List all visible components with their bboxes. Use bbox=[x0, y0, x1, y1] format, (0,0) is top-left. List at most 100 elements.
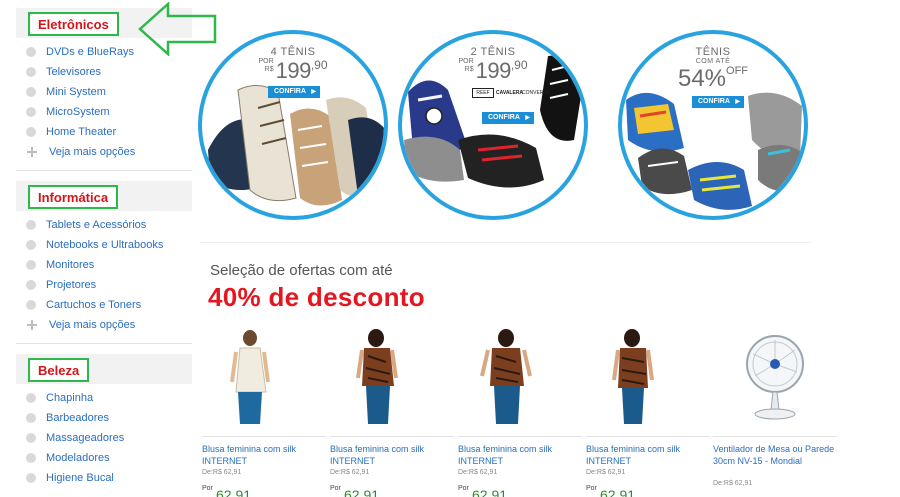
category-item[interactable]: MicroSystem bbox=[16, 102, 192, 122]
category-list: DVDs e BlueRays Televisores Mini System … bbox=[16, 42, 192, 162]
see-more-label[interactable]: Veja mais opções bbox=[49, 146, 135, 158]
product-name[interactable]: Blusa feminina com silk INTERNET bbox=[330, 443, 454, 467]
card-rule bbox=[330, 436, 454, 437]
category-header-informatica: Informática bbox=[16, 181, 192, 211]
promo-por: POR R$ bbox=[458, 58, 473, 74]
product-por-label: Por bbox=[202, 485, 213, 492]
blouse-print-image bbox=[356, 329, 398, 424]
confira-button[interactable]: CONFIRA bbox=[482, 112, 534, 124]
promo-cents: ,90 bbox=[510, 58, 528, 72]
bullet-icon bbox=[26, 473, 36, 483]
promo-banner-tenis-54-off[interactable]: TÊNIS COM ATÉ 54%OFF CONFIRA bbox=[618, 30, 808, 220]
product-por-label: Por bbox=[586, 485, 597, 492]
bullet-icon bbox=[26, 87, 36, 97]
confira-button[interactable]: CONFIRA bbox=[268, 86, 320, 98]
category-item[interactable]: Projetores bbox=[16, 275, 192, 295]
product-price: 62,91 bbox=[344, 487, 380, 497]
product-old-price: De:R$ 62,91 bbox=[586, 469, 626, 476]
category-item-label[interactable]: Televisores bbox=[46, 66, 101, 78]
product-card[interactable]: Blusa feminina com silk INTERNET De:R$ 6… bbox=[330, 326, 454, 497]
product-card[interactable]: Ventilador de Mesa ou Parede 30cm NV-15 … bbox=[713, 326, 837, 487]
category-item-label[interactable]: Notebooks e Ultrabooks bbox=[46, 239, 163, 251]
product-old-price: De:R$ 62,91 bbox=[713, 480, 753, 487]
category-item[interactable]: Televisores bbox=[16, 62, 192, 82]
category-item[interactable]: Massageadores bbox=[16, 428, 192, 448]
blouse-back-image bbox=[612, 329, 654, 424]
brand-logos: REEF CAVALERA CONVERSE bbox=[472, 88, 550, 102]
confira-button[interactable]: CONFIRA bbox=[692, 96, 744, 108]
category-item-label[interactable]: Monitores bbox=[46, 259, 94, 271]
promo-cents: ,90 bbox=[310, 58, 328, 72]
promo-banner-2-tenis[interactable]: 2 TÊNIS POR R$199,90 REEF CAVALERA CONVER… bbox=[398, 30, 588, 220]
category-item[interactable]: Tablets e Acessórios bbox=[16, 215, 192, 235]
category-title[interactable]: Eletrônicos bbox=[28, 12, 119, 36]
category-item-label[interactable]: Higiene Bucal bbox=[46, 472, 114, 484]
see-more-link[interactable]: Veja mais opções bbox=[16, 315, 192, 335]
promo-text: 4 TÊNIS POR R$199,90 bbox=[202, 46, 384, 84]
category-item[interactable]: Mini System bbox=[16, 82, 192, 102]
category-item-label[interactable]: Modeladores bbox=[46, 452, 110, 464]
category-item[interactable]: Monitores bbox=[16, 255, 192, 275]
see-more-label[interactable]: Veja mais opções bbox=[49, 319, 135, 331]
category-item-label[interactable]: Mini System bbox=[46, 86, 106, 98]
category-item-label[interactable]: Home Theater bbox=[46, 126, 116, 138]
bullet-icon bbox=[26, 260, 36, 270]
category-item-label[interactable]: Chapinha bbox=[46, 392, 93, 404]
category-item[interactable]: Chapinha bbox=[16, 388, 192, 408]
page: Eletrônicos DVDs e BlueRays Televisores … bbox=[0, 0, 900, 497]
product-old-price: De:R$ 62,91 bbox=[458, 469, 498, 476]
product-card[interactable]: Blusa feminina com silk INTERNET De:R$ 6… bbox=[458, 326, 582, 497]
brand-logo: CAVALERA bbox=[496, 90, 524, 96]
promo-off: OFF bbox=[726, 65, 749, 77]
promo-por: POR R$ bbox=[258, 58, 273, 74]
brand-logo: REEF bbox=[472, 88, 494, 98]
category-item[interactable]: Modeladores bbox=[16, 448, 192, 468]
bullet-icon bbox=[26, 47, 36, 57]
bullet-icon bbox=[26, 413, 36, 423]
bullet-icon bbox=[26, 280, 36, 290]
bullet-icon bbox=[26, 67, 36, 77]
promo-banner-4-tenis[interactable]: 4 TÊNIS POR R$199,90 CONFIRA bbox=[198, 30, 388, 220]
category-item-label[interactable]: Massageadores bbox=[46, 432, 124, 444]
product-card[interactable]: Blusa feminina com silk INTERNET De:R$ 6… bbox=[586, 326, 710, 497]
category-item[interactable]: Home Theater bbox=[16, 122, 192, 142]
product-price: 62,91 bbox=[600, 487, 636, 497]
product-price: 62,91 bbox=[216, 487, 252, 497]
category-item-label[interactable]: Tablets e Acessórios bbox=[46, 219, 146, 231]
promo-line-2: COM ATÉ bbox=[695, 58, 731, 65]
category-item-label[interactable]: Projetores bbox=[46, 279, 96, 291]
category-item[interactable]: Cartuchos e Toners bbox=[16, 295, 192, 315]
promo-price: 199 bbox=[275, 58, 312, 83]
product-name[interactable]: Blusa feminina com silk INTERNET bbox=[458, 443, 582, 467]
bullet-icon bbox=[26, 220, 36, 230]
category-title[interactable]: Beleza bbox=[28, 358, 90, 382]
product-old-price: De:R$ 62,91 bbox=[330, 469, 370, 476]
category-title[interactable]: Informática bbox=[28, 185, 119, 209]
category-item-label[interactable]: Barbeadores bbox=[46, 412, 109, 424]
product-name[interactable]: Blusa feminina com silk INTERNET bbox=[202, 443, 326, 467]
card-rule bbox=[586, 436, 710, 437]
fan-image bbox=[746, 335, 804, 420]
category-item-label[interactable]: Cartuchos e Toners bbox=[46, 299, 141, 311]
promo-line: 2 TÊNIS bbox=[470, 46, 516, 58]
category-item[interactable]: Notebooks e Ultrabooks bbox=[16, 235, 192, 255]
product-name[interactable]: Blusa feminina com silk INTERNET bbox=[586, 443, 710, 467]
section-divider bbox=[200, 242, 812, 243]
see-more-link[interactable]: Veja mais opções bbox=[16, 142, 192, 162]
category-item[interactable]: Barbeadores bbox=[16, 408, 192, 428]
plus-icon bbox=[27, 147, 37, 157]
category-list: Tablets e Acessórios Notebooks e Ultrabo… bbox=[16, 215, 192, 335]
product-card[interactable]: Blusa feminina com silk INTERNET De:R$ 6… bbox=[202, 326, 326, 497]
promo-por-label: POR bbox=[258, 58, 274, 65]
offers-subtitle: Seleção de ofertas com até bbox=[210, 262, 393, 279]
category-item-label[interactable]: MicroSystem bbox=[46, 106, 110, 118]
blouse-print-image bbox=[480, 329, 532, 424]
category-item[interactable]: Higiene Bucal bbox=[16, 468, 192, 488]
promo-discount: 54% bbox=[677, 65, 727, 92]
category-item-label[interactable]: DVDs e BlueRays bbox=[46, 46, 134, 58]
product-por-label: Por bbox=[330, 485, 341, 492]
bullet-icon bbox=[26, 433, 36, 443]
product-name[interactable]: Ventilador de Mesa ou Parede 30cm NV-15 … bbox=[713, 443, 837, 467]
promo-line: TÊNIS bbox=[695, 46, 731, 58]
promo-price: 199 bbox=[475, 58, 512, 83]
